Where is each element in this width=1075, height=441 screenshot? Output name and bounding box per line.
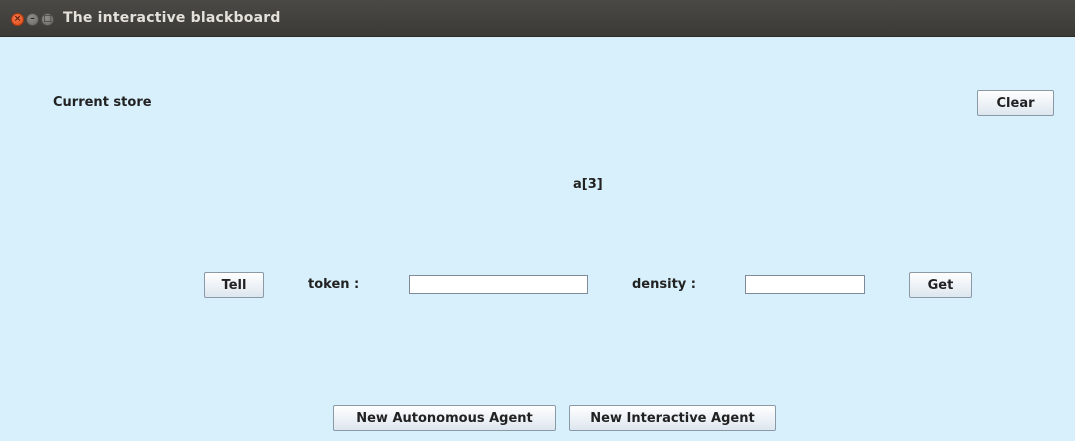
- get-button[interactable]: Get: [909, 272, 972, 298]
- density-input[interactable]: [745, 275, 865, 294]
- token-input[interactable]: [409, 275, 588, 294]
- tell-button[interactable]: Tell: [204, 272, 264, 298]
- minimize-window-icon[interactable]: –: [26, 13, 39, 26]
- close-window-icon[interactable]: ×: [11, 13, 24, 26]
- current-store-label: Current store: [53, 95, 152, 110]
- maximize-window-icon[interactable]: □: [41, 13, 54, 26]
- app-window: × – □ The interactive blackboard Current…: [0, 0, 1075, 441]
- clear-button[interactable]: Clear: [977, 90, 1054, 116]
- new-interactive-agent-button[interactable]: New Interactive Agent: [569, 405, 776, 431]
- density-label: density :: [632, 277, 696, 292]
- token-label: token :: [308, 277, 360, 292]
- new-autonomous-agent-button[interactable]: New Autonomous Agent: [333, 405, 556, 431]
- window-title: The interactive blackboard: [63, 10, 281, 26]
- title-bar: × – □ The interactive blackboard: [0, 0, 1075, 37]
- store-content: a[3]: [573, 177, 603, 192]
